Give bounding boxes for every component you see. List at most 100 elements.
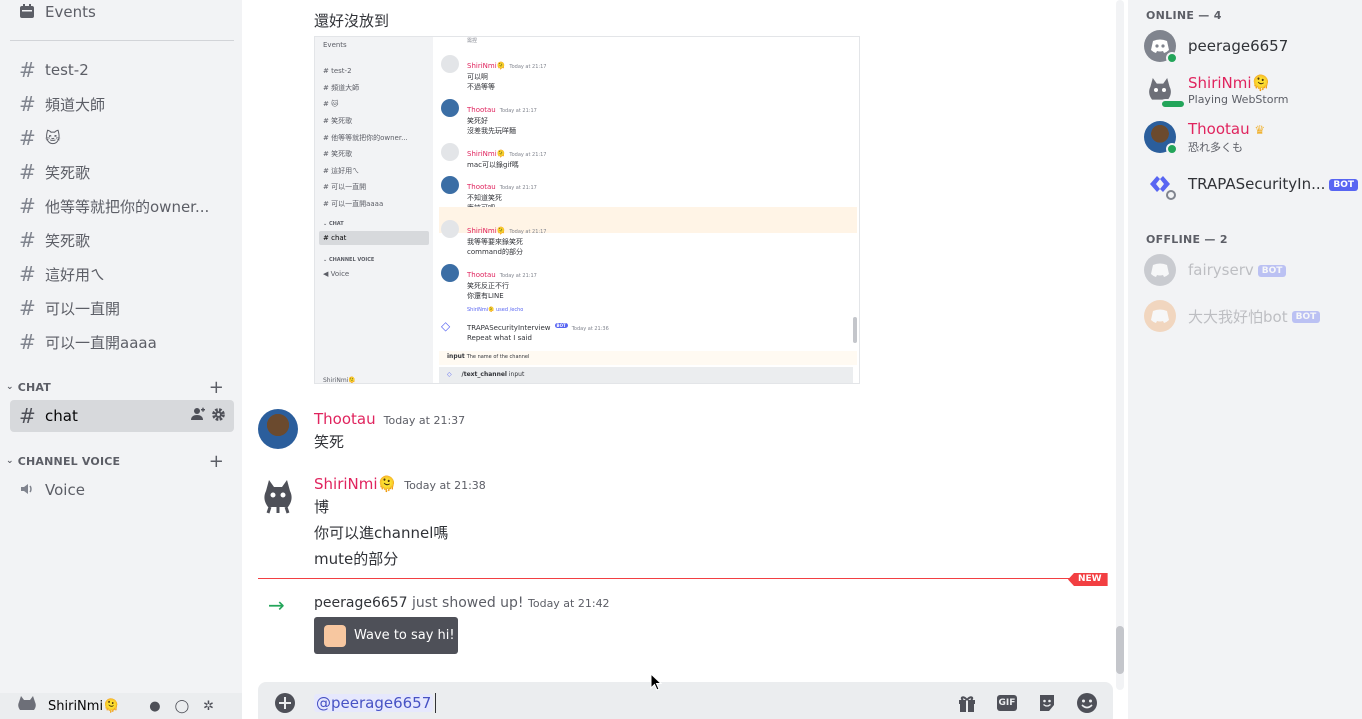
- bot-tag: BOT: [1291, 311, 1321, 323]
- channel-label: chat: [45, 407, 78, 425]
- member-list: ONLINE — 4 peerage6657 ShiriNmi🫠 Playing…: [1128, 0, 1362, 719]
- sidebar-item-channel[interactable]: # 可以一直開aaaa: [10, 326, 234, 358]
- sidebar-item-channel[interactable]: # 他等等就把你的owner...: [10, 190, 234, 222]
- member-item[interactable]: TRAPASecurityIn... BOT: [1144, 164, 1359, 204]
- wave-sticker-icon: [324, 624, 346, 647]
- member-item[interactable]: fairyserv BOT: [1144, 250, 1354, 290]
- embed-category: ⌄ CHAT: [323, 221, 344, 227]
- message-composer: @peerage6657 GIF: [258, 682, 1113, 719]
- category-channel-voice[interactable]: ⌄ CHANNEL VOICE +: [6, 451, 234, 472]
- embed-voice: ◀ Voice: [323, 270, 350, 278]
- emoji-icon[interactable]: [1076, 692, 1098, 714]
- embed-channel: # 🐱: [323, 100, 339, 108]
- microphone-icon[interactable]: ●: [149, 699, 160, 714]
- crown-icon: ♛: [1254, 122, 1266, 137]
- bot-tag: BOT: [1329, 178, 1359, 191]
- embed-channel: # 笑死歌: [323, 150, 353, 158]
- channel-label: test-2: [45, 61, 89, 79]
- embed-text: 需捏: [467, 38, 478, 44]
- speaker-icon: [19, 478, 43, 502]
- image-attachment[interactable]: Events # test-2 # 頻道大師 # 🐱 # 笑死歌 # 他等等就把…: [314, 36, 860, 384]
- sidebar-item-channel[interactable]: # 笑死歌: [10, 156, 234, 188]
- embed-events: Events: [323, 41, 347, 49]
- hash-icon: #: [19, 126, 36, 150]
- embed-message: Thootau Today at 21:17 笑死反正不行 你還有LINE: [439, 262, 857, 301]
- sidebar-item-voice[interactable]: Voice: [10, 474, 234, 506]
- embed-channel: # 可以一直開aaaa: [323, 200, 384, 208]
- sticker-icon[interactable]: [1036, 692, 1058, 714]
- avatar[interactable]: [258, 409, 298, 449]
- embed-command-input: ◇ /text_channel input: [439, 367, 853, 383]
- join-arrow-icon: →: [268, 593, 285, 617]
- bot-tag: BOT: [1257, 264, 1287, 277]
- invite-icon[interactable]: [191, 407, 205, 426]
- add-channel-icon[interactable]: +: [209, 377, 224, 398]
- channel-sidebar: Events # test-2 # 頻道大師 # 🐱 # 笑死歌 # 他等等就把你的own…: [0, 0, 242, 719]
- avatar: [1144, 121, 1178, 155]
- gift-icon[interactable]: [956, 692, 978, 714]
- sidebar-item-channel[interactable]: # 可以一直開: [10, 292, 234, 324]
- channel-label: Voice: [45, 481, 85, 499]
- hash-icon: #: [19, 92, 36, 116]
- sidebar-item-channel[interactable]: # 這好用ㄟ: [10, 258, 234, 290]
- join-user[interactable]: peerage6657: [314, 595, 408, 611]
- channel-label: 可以一直開: [45, 299, 121, 318]
- embed-sidebar: Events # test-2 # 頻道大師 # 🐱 # 笑死歌 # 他等等就把…: [315, 37, 433, 383]
- category-chat[interactable]: ⌄ CHAT +: [6, 377, 234, 398]
- author-name[interactable]: Thootau: [314, 410, 376, 428]
- member-name: TRAPASecurityIn...: [1188, 175, 1326, 193]
- add-channel-icon[interactable]: +: [209, 451, 224, 472]
- offline-header: OFFLINE — 2: [1146, 233, 1228, 246]
- discord-logo-avatar: [1144, 254, 1176, 286]
- member-item[interactable]: peerage6657: [1144, 26, 1354, 66]
- embed-message: ShiriNmi🫠 Today at 21:17 我等等要來錄笑死 command…: [439, 218, 857, 257]
- user-avatar[interactable]: [16, 694, 38, 718]
- category-label: CHAT: [17, 380, 51, 394]
- hash-icon: #: [19, 330, 36, 354]
- chevron-down-icon: ⌄: [6, 456, 14, 466]
- scrollbar-thumb[interactable]: [1116, 626, 1124, 674]
- avatar[interactable]: [258, 475, 298, 515]
- message-text: 笑死: [314, 433, 345, 451]
- bot-avatar: [1144, 168, 1176, 200]
- author-name[interactable]: ShiriNmi🫠: [314, 475, 396, 493]
- embed-active-channel: # chat: [319, 231, 429, 245]
- embed-bot-message: ◇ TRAPASecurityInterview BOTToday at 21:3…: [441, 319, 609, 342]
- hash-icon: #: [19, 58, 36, 82]
- embed-channel: # test-2: [323, 67, 352, 75]
- scrollbar-track[interactable]: [1116, 0, 1124, 690]
- settings-icon[interactable]: ✲: [203, 699, 214, 714]
- member-item[interactable]: ShiriNmi🫠 Playing WebStorm: [1144, 70, 1354, 110]
- mouse-cursor-icon: [650, 672, 663, 695]
- embed-channel: # 可以一直開: [323, 183, 367, 191]
- embed-channel: # 頻道大師: [323, 84, 360, 92]
- gif-icon[interactable]: GIF: [996, 692, 1018, 714]
- sidebar-item-channel[interactable]: # test-2: [10, 54, 234, 86]
- wave-button[interactable]: Wave to say hi!: [314, 617, 458, 654]
- embed-category: ⌄ CHANNEL VOICE: [323, 257, 375, 263]
- hash-icon: #: [19, 296, 36, 320]
- member-name: ShiriNmi🫠: [1188, 74, 1271, 92]
- composer-input[interactable]: @peerage6657: [314, 692, 437, 714]
- sidebar-item-channel[interactable]: # 🐱: [10, 122, 234, 154]
- sidebar-item-channel[interactable]: # 頻道大師: [10, 88, 234, 120]
- channel-label: 這好用ㄟ: [45, 265, 106, 284]
- member-name: peerage6657: [1188, 37, 1289, 55]
- add-attachment-icon[interactable]: [274, 692, 296, 714]
- embed-avatar: [441, 264, 459, 282]
- hash-icon: #: [19, 262, 36, 286]
- embed-avatar: [441, 220, 459, 238]
- member-item[interactable]: 大大我好怕bot BOT: [1144, 296, 1354, 336]
- gear-icon[interactable]: [211, 407, 226, 426]
- member-name: Thootau: [1188, 119, 1250, 138]
- sidebar-item-chat[interactable]: # chat: [10, 400, 234, 432]
- headset-icon[interactable]: ◯: [175, 699, 190, 714]
- member-item[interactable]: Thootau ♛ 恐れ多くも: [1144, 117, 1354, 157]
- sidebar-item-events[interactable]: Events: [10, 0, 234, 28]
- embed-message: ShiriNmi🫠 Today at 21:17 可以啊 不過等等: [439, 53, 857, 92]
- sidebar-item-channel[interactable]: # 笑死歌: [10, 224, 234, 256]
- text-cursor: [435, 693, 437, 713]
- chevron-down-icon: ⌄: [6, 382, 14, 392]
- timestamp: Today at 21:38: [404, 479, 486, 492]
- channel-label: 頻道大師: [45, 95, 106, 114]
